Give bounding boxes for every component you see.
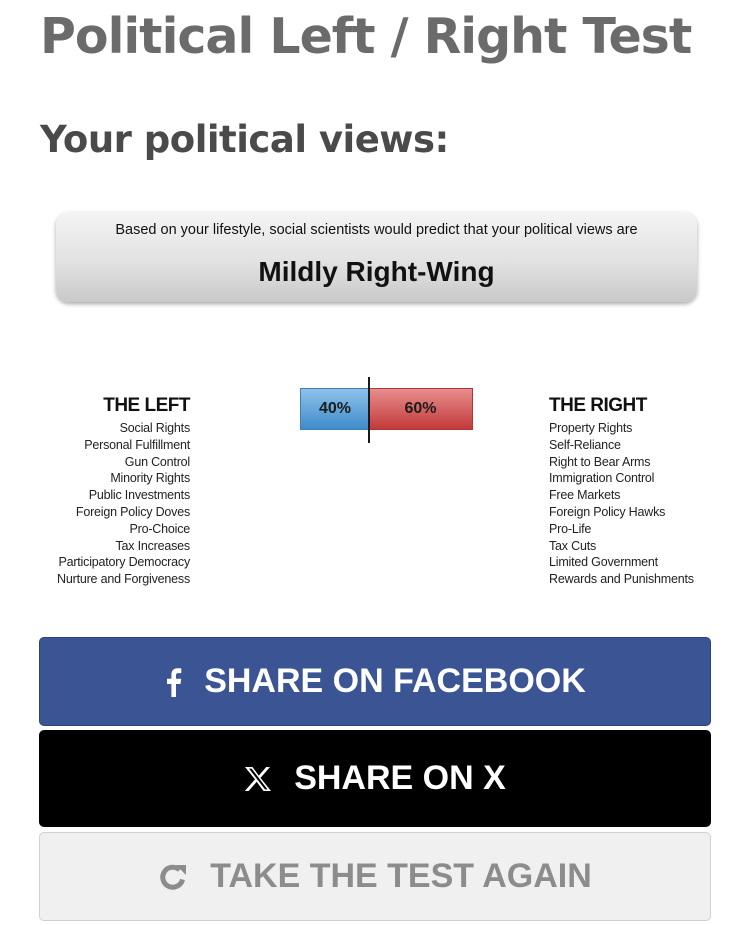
list-item: Rewards and Punishments (549, 572, 694, 587)
share-facebook-label: SHARE ON FACEBOOK (204, 662, 586, 700)
list-item: Gun Control (124, 454, 190, 469)
list-item: Right to Bear Arms (549, 454, 651, 469)
result-box: Based on your lifestyle, social scientis… (56, 212, 697, 302)
list-item: Participatory Democracy (58, 555, 190, 570)
share-x-button[interactable]: SHARE ON X (39, 730, 711, 827)
facebook-icon (164, 667, 182, 697)
meter-center-line (368, 377, 370, 443)
left-column-heading: THE LEFT (103, 395, 190, 416)
list-item: Social Rights (119, 421, 191, 435)
take-test-again-label: TAKE THE TEST AGAIN (210, 857, 592, 895)
meter-right-percent: 60% (404, 400, 437, 417)
share-facebook-button[interactable]: SHARE ON FACEBOOK (39, 637, 711, 726)
list-item: Foreign Policy Hawks (549, 504, 666, 519)
list-item: Pro-Life (549, 521, 592, 536)
x-logo-icon (244, 766, 272, 792)
result-label: Mildly Right-Wing (258, 256, 495, 287)
list-item: Limited Government (549, 555, 658, 570)
right-column-heading: THE RIGHT (549, 395, 647, 416)
meter-left-bar: 40% (300, 388, 369, 430)
list-item: Tax Cuts (549, 538, 597, 553)
refresh-icon (158, 862, 188, 892)
list-item: Property Rights (549, 421, 633, 435)
share-x-label: SHARE ON X (294, 759, 506, 797)
list-item: Free Markets (549, 488, 621, 503)
list-item: Nurture and Forgiveness (57, 572, 190, 587)
section-title: Your political views: (40, 118, 449, 161)
meter-left-percent: 40% (318, 400, 352, 417)
list-item: Minority Rights (110, 471, 190, 486)
meter-right-bar: 60% (369, 388, 473, 430)
left-column-list: Social Rights Personal Fulfillment Gun C… (57, 420, 190, 588)
right-column-list: Property Rights Self-Reliance Right to B… (549, 420, 694, 588)
list-item: Public Investments (88, 488, 191, 503)
take-test-again-button[interactable]: TAKE THE TEST AGAIN (39, 832, 711, 921)
list-item: Self-Reliance (549, 437, 621, 452)
list-item: Personal Fulfillment (84, 437, 190, 452)
list-item: Pro-Choice (129, 521, 190, 536)
page-title: Political Left / Right Test (40, 8, 692, 65)
list-item: Immigration Control (549, 471, 655, 486)
result-intro-text: Based on your lifestyle, social scientis… (115, 222, 638, 238)
list-item: Tax Increases (115, 538, 190, 553)
list-item: Foreign Policy Doves (75, 504, 190, 519)
